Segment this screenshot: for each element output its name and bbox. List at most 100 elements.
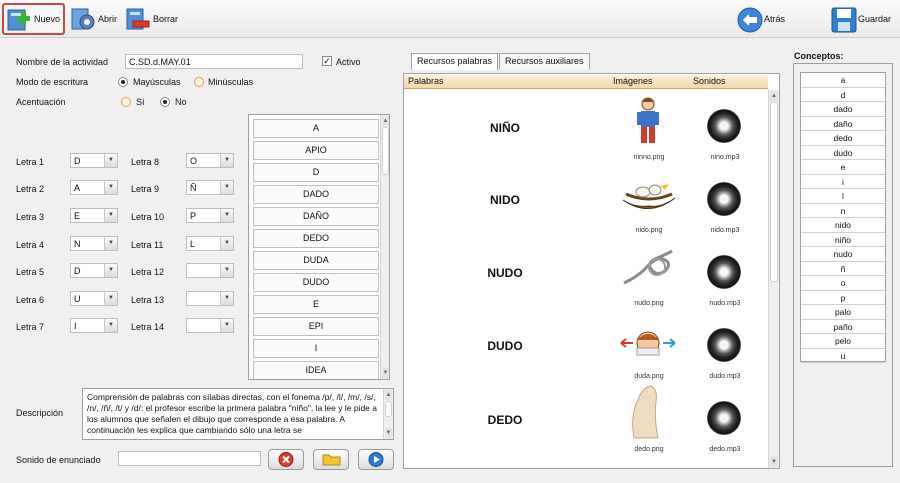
back-button[interactable]: Atrás — [734, 3, 788, 35]
play-sound-button[interactable] — [358, 449, 394, 470]
word-list-item[interactable]: IDEA — [253, 361, 379, 379]
concept-item[interactable]: e — [801, 160, 885, 175]
word-list-item[interactable]: APIO — [253, 141, 379, 160]
letter-select[interactable]: L ▼ — [186, 236, 234, 251]
word-list-scrollbar[interactable]: ▲ ▼ — [380, 115, 389, 379]
scroll-up-icon[interactable]: ▲ — [382, 116, 389, 126]
active-checkbox[interactable]: ✓ — [322, 56, 332, 66]
speaker-icon[interactable] — [707, 401, 741, 435]
letter-select[interactable]: Ñ ▼ — [186, 180, 234, 195]
concept-item[interactable]: ñ — [801, 262, 885, 276]
letter-label: Letra 2 — [16, 184, 45, 194]
word-list-item[interactable]: I — [253, 339, 379, 358]
letter-select[interactable]: ▼ — [186, 291, 234, 306]
word-list-item[interactable]: EPI — [253, 317, 379, 336]
concept-item[interactable]: palo — [801, 305, 885, 320]
chevron-down-icon: ▼ — [104, 154, 117, 167]
scroll-thumb[interactable] — [382, 127, 389, 175]
letter-select[interactable]: O ▼ — [186, 153, 234, 168]
scroll-thumb[interactable] — [385, 401, 392, 417]
concept-item[interactable]: d — [801, 88, 885, 102]
activity-name-label: Nombre de la actividad — [16, 57, 109, 67]
word-list[interactable]: A APIO D DADO DAÑO DEDO DUDA DUDO E EPI … — [248, 114, 390, 380]
resources-scrollbar[interactable]: ▲ ▼ — [768, 90, 779, 468]
new-button[interactable]: Nuevo — [2, 3, 66, 35]
finger-image[interactable] — [628, 384, 662, 440]
letter-select[interactable]: ▼ — [186, 263, 234, 278]
accent-label: Acentuación — [16, 97, 66, 107]
chevron-down-icon: ▼ — [104, 181, 117, 194]
concept-item[interactable]: nudo — [801, 247, 885, 262]
speaker-icon[interactable] — [707, 328, 741, 362]
word-list-item[interactable]: DUDA — [253, 251, 379, 270]
scroll-down-icon[interactable]: ▼ — [385, 428, 392, 438]
speaker-icon[interactable] — [707, 109, 741, 143]
word-list-item[interactable]: A — [253, 119, 379, 138]
letter-select[interactable]: E ▼ — [70, 208, 118, 223]
open-button[interactable]: Abrir — [68, 3, 120, 35]
nest-image[interactable] — [621, 178, 677, 214]
letter-select[interactable]: P ▼ — [186, 208, 234, 223]
word-list-item[interactable]: DADO — [253, 185, 379, 204]
concept-item[interactable]: pelo — [801, 334, 885, 349]
letter-select[interactable]: A ▼ — [70, 180, 118, 195]
word-list-item[interactable]: DAÑO — [253, 207, 379, 226]
speaker-icon[interactable] — [707, 255, 741, 289]
letter-select[interactable]: ▼ — [186, 318, 234, 333]
word-list-item[interactable]: D — [253, 163, 379, 182]
image-filename: duda.png — [634, 373, 664, 380]
letter-select[interactable]: U ▼ — [70, 291, 118, 306]
concepts-list[interactable]: a d dado daño dedo dudo e i l n nido niñ… — [800, 72, 886, 363]
uppercase-radio[interactable] — [118, 77, 128, 87]
description-scrollbar[interactable]: ▲ ▼ — [383, 389, 393, 439]
concept-item[interactable]: i — [801, 175, 885, 189]
concept-item[interactable]: daño — [801, 117, 885, 131]
letter-select[interactable]: D ▼ — [70, 153, 118, 168]
word-list-item[interactable]: DUDO — [253, 273, 379, 292]
letter-select[interactable]: I ▼ — [70, 318, 118, 333]
concept-item[interactable]: nido — [801, 218, 885, 233]
word-list-item[interactable]: DEDO — [253, 229, 379, 248]
boy-image[interactable] — [633, 96, 663, 148]
concept-item[interactable]: a — [801, 73, 885, 88]
accent-yes-radio[interactable] — [121, 97, 131, 107]
statement-sound-input[interactable] — [118, 451, 261, 466]
scroll-down-icon[interactable]: ▼ — [382, 368, 389, 378]
concept-item[interactable]: dudo — [801, 146, 885, 160]
scroll-thumb[interactable] — [770, 102, 778, 282]
save-button[interactable]: Guardar — [828, 3, 894, 35]
concept-item[interactable]: o — [801, 276, 885, 291]
browse-sound-button[interactable] — [313, 449, 349, 470]
concept-item[interactable]: dedo — [801, 131, 885, 146]
scroll-up-icon[interactable]: ▲ — [385, 390, 392, 400]
clear-sound-button[interactable] — [268, 449, 304, 470]
concept-item[interactable]: u — [801, 349, 885, 363]
letter-label: Letra 7 — [16, 322, 45, 332]
scroll-down-icon[interactable]: ▼ — [770, 457, 778, 467]
lowercase-radio[interactable] — [194, 77, 204, 87]
concept-item[interactable]: p — [801, 291, 885, 305]
speaker-icon[interactable] — [707, 182, 741, 216]
concept-item[interactable]: dado — [801, 102, 885, 117]
concept-item[interactable]: l — [801, 189, 885, 204]
play-icon — [368, 452, 384, 467]
letter-select[interactable]: N ▼ — [70, 236, 118, 251]
description-textarea[interactable]: Comprensión de palabras con sílabas dire… — [82, 388, 394, 440]
concept-item[interactable]: n — [801, 204, 885, 218]
letter-select[interactable]: D ▼ — [70, 263, 118, 278]
delete-button[interactable]: Borrar — [123, 3, 181, 35]
sound-filename: nudo.mp3 — [709, 300, 741, 307]
concept-item[interactable]: niño — [801, 233, 885, 247]
knot-image[interactable] — [621, 249, 675, 289]
word-list-item[interactable]: E — [253, 295, 379, 314]
activity-name-input[interactable]: C.SD.d.MAY.01 — [125, 54, 303, 69]
scroll-up-icon[interactable]: ▲ — [770, 91, 778, 101]
lowercase-label: Minúsculas — [208, 77, 254, 87]
doubt-child-image[interactable] — [619, 328, 677, 358]
tab-recursos-palabras[interactable]: Recursos palabras — [411, 53, 499, 70]
accent-no-radio[interactable] — [160, 97, 170, 107]
chevron-down-icon: ▼ — [220, 237, 233, 250]
new-label: Nuevo — [34, 14, 61, 24]
concept-item[interactable]: paño — [801, 320, 885, 334]
tab-recursos-auxiliares[interactable]: Recursos auxiliares — [499, 53, 590, 69]
